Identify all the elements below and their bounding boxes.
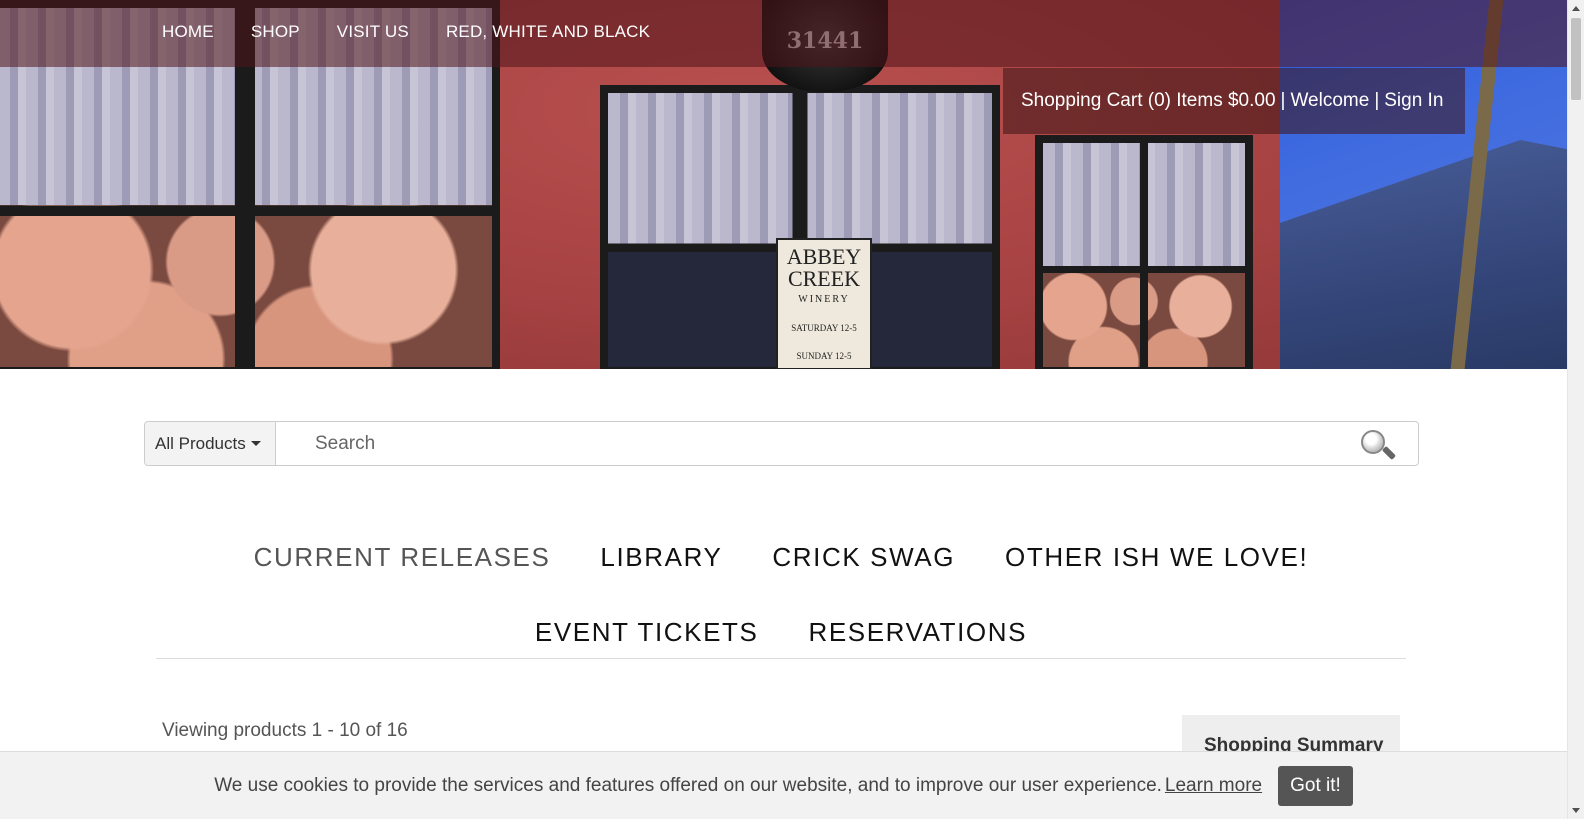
category-event-tickets[interactable]: EVENT TICKETS <box>535 617 759 648</box>
category-other-ish[interactable]: OTHER ISH WE LOVE! <box>1005 542 1308 573</box>
nav-visit-us[interactable]: VISIT US <box>337 22 409 41</box>
category-crick-swag[interactable]: CRICK SWAG <box>772 542 955 573</box>
scroll-up-icon[interactable] <box>1572 6 1580 11</box>
category-current-releases[interactable]: CURRENT RELEASES <box>254 542 551 573</box>
hero-window-right <box>1035 135 1253 369</box>
welcome-text: Welcome <box>1290 90 1370 111</box>
nav-red-white-black[interactable]: RED, WHITE AND BLACK <box>446 22 650 41</box>
category-nav: CURRENT RELEASES LIBRARY CRICK SWAG OTHE… <box>156 520 1406 670</box>
cookie-banner: We use cookies to provide the services a… <box>0 751 1567 819</box>
category-library[interactable]: LIBRARY <box>600 542 722 573</box>
nav-shop[interactable]: SHOP <box>251 22 300 41</box>
caret-down-icon <box>250 441 261 446</box>
scroll-down-icon[interactable] <box>1572 808 1580 813</box>
viewing-count: Viewing products 1 - 10 of 16 <box>162 720 408 741</box>
shopping-cart-link[interactable]: Shopping Cart (0) Items $0.00 <box>1021 90 1276 112</box>
search-bar: All Products <box>144 421 1419 466</box>
got-it-button[interactable]: Got it! <box>1278 765 1353 806</box>
cart-bar: Shopping Cart (0) Items $0.00 | Welcome … <box>1003 68 1465 134</box>
top-nav: HOME SHOP VISIT US RED, WHITE AND BLACK <box>0 0 1567 67</box>
sign-in-link[interactable]: Sign In <box>1384 90 1443 112</box>
magnifier-icon[interactable] <box>1356 422 1418 465</box>
learn-more-link[interactable]: Learn more <box>1165 775 1262 797</box>
scrollbar-thumb[interactable] <box>1571 18 1581 100</box>
door-sign: ABBEY CREEK WINERY SATURDAY 12-5 SUNDAY … <box>776 238 872 369</box>
category-reservations[interactable]: RESERVATIONS <box>808 617 1027 648</box>
cart-separator: | <box>1280 90 1286 111</box>
search-input[interactable] <box>276 422 1356 465</box>
cookie-message: We use cookies to provide the services a… <box>214 774 1162 796</box>
scrollbar[interactable] <box>1567 0 1584 819</box>
divider <box>156 658 1406 659</box>
cart-separator: | <box>1374 90 1380 111</box>
nav-home[interactable]: HOME <box>162 22 214 41</box>
category-dropdown-label: All Products <box>155 433 246 453</box>
category-dropdown[interactable]: All Products <box>145 422 276 465</box>
